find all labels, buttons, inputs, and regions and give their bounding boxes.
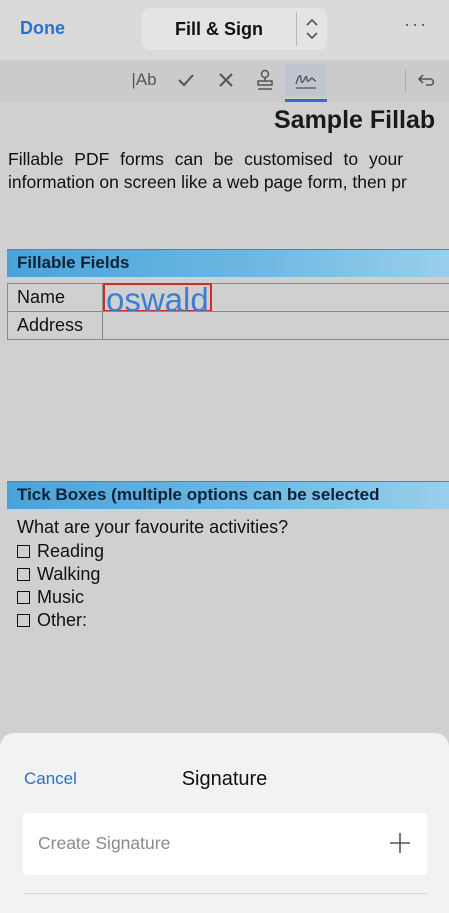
- mode-selector[interactable]: Fill & Sign: [142, 8, 327, 50]
- form-row-name: Name oswald: [7, 283, 449, 316]
- checkbox-reading[interactable]: Reading: [17, 540, 104, 562]
- field-label-address: Address: [8, 312, 103, 339]
- more-options-icon[interactable]: ···: [404, 14, 428, 35]
- annotation-toolbar: |Ab: [0, 60, 449, 102]
- signature-sheet: Signature Cancel Create Signature: [0, 733, 449, 913]
- section-header-fillable-fields: Fillable Fields: [7, 249, 449, 277]
- name-field-value[interactable]: oswald: [103, 283, 212, 316]
- field-label-name: Name: [8, 284, 103, 311]
- text-tool-icon[interactable]: |Ab: [126, 64, 162, 96]
- intro-line-1: Fillable PDF forms can be customised to …: [8, 149, 404, 169]
- checkbox-icon[interactable]: [17, 613, 30, 627]
- create-signature-label: Create Signature: [38, 833, 171, 853]
- address-field[interactable]: [104, 312, 449, 339]
- checkbox-label: Other:: [37, 609, 88, 630]
- document-title: Sample Fillab: [274, 106, 436, 134]
- checkbox-label: Walking: [37, 563, 101, 584]
- toolbar-separator: [405, 70, 406, 92]
- top-nav-bar: Done Fill & Sign ···: [0, 0, 449, 60]
- checkbox-label: Music: [37, 586, 85, 607]
- section-title: Tick Boxes (multiple options can be sele…: [17, 485, 380, 504]
- pdf-document-view[interactable]: Sample Fillab Fillable PDF forms can be …: [0, 102, 449, 742]
- section-title: Fillable Fields: [17, 253, 130, 272]
- mode-label: Fill & Sign: [175, 19, 263, 39]
- checkbox-label: Reading: [37, 540, 105, 561]
- form-row-address: Address: [7, 311, 449, 340]
- checkbox-other[interactable]: Other:: [17, 609, 87, 631]
- stamp-icon[interactable]: [251, 64, 279, 96]
- intro-line-2: information on screen like a web page fo…: [8, 172, 407, 192]
- checkbox-icon[interactable]: [17, 567, 30, 581]
- document-intro: Fillable PDF forms can be customised to …: [8, 148, 407, 194]
- checkbox-music[interactable]: Music: [17, 586, 84, 608]
- undo-icon[interactable]: [413, 64, 441, 96]
- signature-icon[interactable]: [285, 64, 327, 102]
- plus-icon[interactable]: [389, 832, 411, 854]
- checkbox-icon[interactable]: [17, 544, 30, 558]
- cross-icon[interactable]: [212, 64, 240, 96]
- create-signature-row[interactable]: Create Signature: [23, 813, 427, 875]
- section-header-tick-boxes: Tick Boxes (multiple options can be sele…: [7, 481, 449, 509]
- question-text: What are your favourite activities?: [17, 517, 289, 537]
- done-button[interactable]: Done: [20, 18, 65, 39]
- sheet-divider: [23, 893, 427, 894]
- checkbox-icon[interactable]: [17, 590, 30, 604]
- checkmark-icon[interactable]: [172, 64, 200, 96]
- chevron-up-down-icon[interactable]: [297, 8, 327, 50]
- cancel-button[interactable]: Cancel: [24, 769, 77, 789]
- text-tool-label: |Ab: [131, 70, 157, 89]
- checkbox-walking[interactable]: Walking: [17, 563, 100, 585]
